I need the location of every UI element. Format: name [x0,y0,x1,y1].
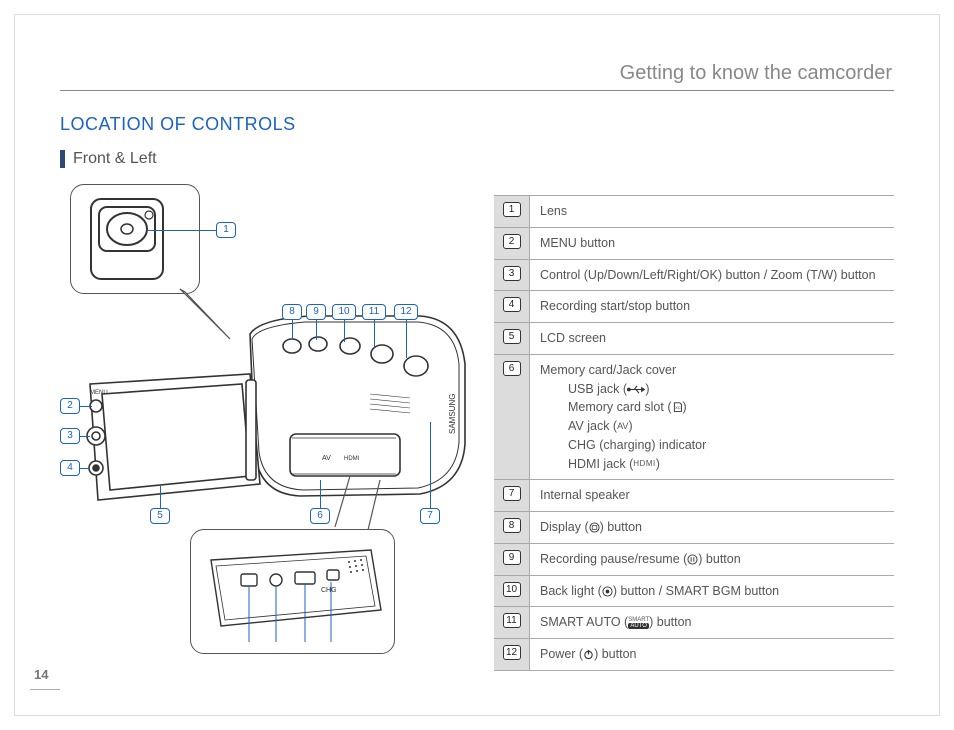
legend-row: 10 Back light () button / SMART BGM butt… [494,575,894,607]
legend-desc: Power () button [530,639,894,670]
svg-text:HDMI: HDMI [344,456,360,462]
legend-row: 12 Power () button [494,638,894,671]
legend-row: 8 Display () button [494,511,894,543]
lead-line [316,320,317,340]
legend-row: 3 Control (Up/Down/Left/Right/OK) button… [494,259,894,291]
callout-6: 6 [310,508,330,524]
callout-5: 5 [150,508,170,524]
lead-line [374,320,375,348]
smart-auto-icon: SMARTAUTO [628,617,649,629]
legend-row: 6 Memory card/Jack cover USB jack () Mem… [494,354,894,480]
chapter-title: Getting to know the camcorder [620,62,892,85]
legend-desc: Recording start/stop button [530,291,894,322]
svg-text:SAMSUNG: SAMSUNG [448,394,457,434]
legend-row: 2 MENU button [494,227,894,259]
power-icon [583,649,594,661]
legend-subitem: USB jack () [540,380,884,399]
legend-row: 7 Internal speaker [494,479,894,511]
legend-desc: Display () button [530,512,894,543]
legend-desc: Control (Up/Down/Left/Right/OK) button /… [530,260,894,291]
header-rule [60,90,894,91]
legend-subitem: CHG (charging) indicator [540,436,884,455]
lead-line [406,320,407,358]
legend-desc: Memory card/Jack cover USB jack () Memor… [530,355,894,480]
legend-desc: SMART AUTO (SMARTAUTO) button [530,607,894,638]
subsection-heading: Front & Left [60,150,157,168]
display-icon [589,522,600,534]
usb-icon [627,383,645,395]
callout-9: 9 [306,304,326,320]
controls-legend: 1 Lens 2 MENU button 3 Control (Up/Down/… [494,195,894,671]
svg-text:CHG: CHG [321,587,337,594]
lead-line [80,468,90,469]
lead-line [320,480,321,508]
callout-4: 4 [60,460,80,476]
legend-desc: Internal speaker [530,480,894,511]
legend-num: 8 [503,518,521,533]
legend-num: 2 [503,234,521,249]
legend-row: 11 SMART AUTO (SMARTAUTO) button [494,606,894,638]
callout-12: 12 [394,304,418,320]
callout-11: 11 [362,304,386,320]
legend-num: 12 [503,645,521,660]
av-icon: AV [617,421,628,433]
legend-subitem: Memory card slot (XC) [540,398,884,417]
legend-num: 11 [503,613,521,628]
legend-num: 9 [503,550,521,565]
legend-num: 4 [503,297,521,312]
page-number-rule [30,689,60,690]
legend-row: 9 Recording pause/resume () button [494,543,894,575]
callout-8: 8 [282,304,302,320]
lead-line [80,436,90,437]
legend-subitem: AV jack (AV) [540,417,884,436]
legend-num: 10 [503,582,521,597]
legend-num: 3 [503,266,521,281]
subsection-bar [60,150,65,168]
legend-num: 7 [503,486,521,501]
controls-diagram: 1 AV HDMI [60,184,470,654]
legend-num: 5 [503,329,521,344]
legend-subitem: HDMI jack (HDMI) [540,455,884,474]
svg-text:AV: AV [322,455,331,462]
lead-line [80,406,92,407]
hdmi-icon: HDMI [633,458,655,470]
legend-desc: Recording pause/resume () button [530,544,894,575]
jack-cover-inset: CHG [190,529,395,654]
jack-drawing: CHG [191,530,396,655]
lead-line [344,320,345,342]
page-number: 14 [34,667,48,682]
lead-line [160,486,161,508]
sd-card-icon: XC [672,402,683,414]
legend-desc: LCD screen [530,323,894,354]
legend-text: Memory card/Jack cover [540,363,676,377]
legend-row: 4 Recording start/stop button [494,290,894,322]
backlight-icon [602,585,613,597]
callout-7: 7 [420,508,440,524]
lead-line [292,320,293,340]
legend-row: 1 Lens [494,195,894,227]
legend-desc: Back light () button / SMART BGM button [530,576,894,607]
section-title: LOCATION OF CONTROLS [60,114,296,135]
lead-line [430,422,431,508]
pause-resume-icon [687,553,698,565]
callout-3: 3 [60,428,80,444]
subsection-label: Front & Left [73,150,157,168]
svg-text:XC: XC [675,406,681,411]
svg-text:MENU: MENU [90,390,108,396]
legend-desc: MENU button [530,228,894,259]
legend-num: 1 [503,202,521,217]
legend-row: 5 LCD screen [494,322,894,354]
legend-desc: Lens [530,196,894,227]
callout-2: 2 [60,398,80,414]
callout-10: 10 [332,304,356,320]
legend-num: 6 [503,361,521,376]
